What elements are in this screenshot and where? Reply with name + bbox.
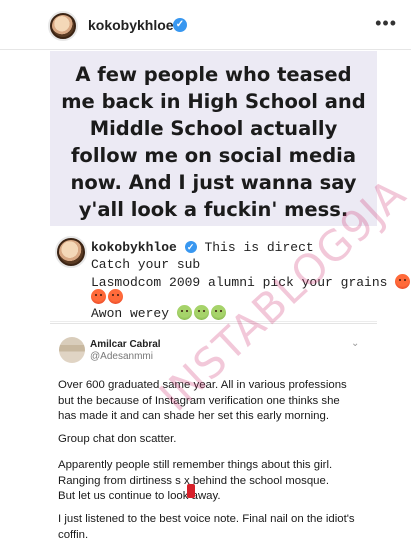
caption-line-4: Awon werey bbox=[91, 305, 228, 321]
angry-face-icon bbox=[395, 274, 411, 289]
quote-line: A few people who teased bbox=[75, 63, 352, 86]
quote-line: follow me on social media bbox=[70, 144, 357, 167]
caption-username[interactable]: kokobykhloe bbox=[91, 240, 177, 255]
tweet-line: Ranging from dirtiness s x behind the sc… bbox=[58, 474, 329, 487]
quote-line: me back in High School and bbox=[61, 90, 366, 113]
quote-text: A few people who teased me back in High … bbox=[50, 61, 377, 223]
verified-badge-icon: ✓ bbox=[184, 241, 197, 253]
tweet-line: has made it and can shade her set this e… bbox=[58, 410, 329, 422]
angry-face-icon bbox=[91, 289, 106, 304]
caption-section: kokobykhloe ✓ This is direct Catch your … bbox=[50, 226, 411, 322]
profile-avatar[interactable] bbox=[48, 11, 78, 41]
more-options-icon[interactable]: ••• bbox=[375, 13, 397, 34]
tweet-line: I just listened to the best voice note. … bbox=[58, 513, 355, 525]
tweet-author-name: Amilcar Cabral bbox=[90, 339, 161, 350]
post-username[interactable]: kokobykhloe bbox=[88, 17, 174, 33]
caption-line-2: Catch your sub bbox=[91, 257, 201, 272]
red-censor-mark bbox=[187, 484, 195, 498]
quote-line: Middle School actually bbox=[89, 117, 338, 140]
tweet-line: but the because of Instagram verificatio… bbox=[58, 394, 340, 407]
caption-avatar[interactable] bbox=[55, 236, 87, 268]
tweet-line: Apparently people still remember things … bbox=[58, 459, 333, 471]
quote-line: now. And I just wanna say bbox=[70, 171, 357, 194]
caption-text: This is direct bbox=[204, 240, 314, 255]
caption-text: Awon werey bbox=[91, 306, 170, 321]
caption-line-1: kokobykhloe ✓ This is direct bbox=[91, 240, 314, 255]
verified-badge-icon: ✓ bbox=[173, 18, 187, 32]
caption-line-3: Lasmodcom 2009 alumni pick your grains bbox=[91, 274, 411, 290]
nauseated-face-icon bbox=[176, 305, 192, 320]
quote-line: y'all look a fuckin' mess. bbox=[78, 198, 349, 221]
tweet-author-handle: @Adesanmmi bbox=[90, 351, 153, 362]
caption-emoji-row bbox=[91, 289, 125, 305]
tweet-paragraph: Group chat don scatter. bbox=[58, 433, 177, 445]
nauseated-face-icon bbox=[193, 305, 209, 320]
quote-image: A few people who teased me back in High … bbox=[50, 51, 377, 226]
post-header: kokobykhloe ✓ ••• bbox=[0, 0, 411, 50]
tweet-paragraph: Over 600 graduated same year. All in var… bbox=[58, 378, 370, 425]
chevron-down-icon: ⌄ bbox=[351, 338, 360, 349]
tweet-line: coffin. bbox=[58, 528, 89, 541]
angry-face-icon bbox=[108, 289, 123, 304]
tweet-paragraph: I just listened to the best voice note. … bbox=[58, 512, 370, 543]
tweet-screenshot: Amilcar Cabral @Adesanmmi ⌄ Over 600 gra… bbox=[50, 323, 377, 546]
tweet-line: Over 600 graduated same year. All in var… bbox=[58, 379, 347, 391]
nauseated-face-icon bbox=[210, 305, 226, 320]
tweet-paragraph: Apparently people still remember things … bbox=[58, 458, 370, 505]
tweet-line: But let us continue to look away. bbox=[58, 490, 221, 502]
tweet-avatar bbox=[59, 337, 85, 363]
caption-text: Lasmodcom 2009 alumni pick your grains bbox=[91, 275, 388, 290]
